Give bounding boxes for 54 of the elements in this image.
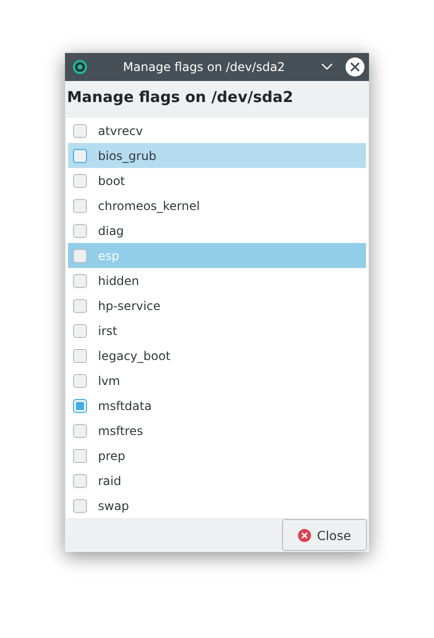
checkbox[interactable] — [73, 474, 87, 488]
flag-row[interactable]: lvm — [68, 368, 366, 393]
flag-label: msftres — [98, 424, 143, 438]
checkbox[interactable] — [73, 124, 87, 138]
checkbox[interactable] — [73, 248, 87, 262]
flag-row[interactable]: msftdata — [68, 393, 366, 418]
checkbox[interactable] — [73, 174, 87, 188]
flag-label: lvm — [98, 374, 120, 388]
flag-row[interactable]: hidden — [68, 268, 366, 293]
checkbox[interactable] — [73, 148, 87, 162]
flag-label: hp-service — [98, 298, 161, 312]
flag-row[interactable]: swap — [68, 493, 366, 518]
close-icon[interactable] — [345, 57, 365, 77]
flag-label: irst — [98, 324, 118, 338]
flag-label: esp — [98, 248, 120, 262]
close-button[interactable]: Close — [282, 519, 367, 551]
checkbox[interactable] — [73, 498, 87, 512]
flag-label: diag — [98, 224, 124, 238]
checkbox[interactable] — [73, 448, 87, 462]
dialog-heading: Manage flags on /dev/sda2 — [66, 87, 294, 108]
flag-row[interactable]: legacy_boot — [68, 343, 366, 368]
chevron-icon[interactable] — [321, 63, 333, 71]
flag-label: legacy_boot — [98, 348, 170, 362]
flag-label: prep — [98, 448, 126, 462]
flag-label: msftdata — [98, 398, 152, 412]
flag-label: hidden — [98, 274, 140, 288]
flag-row[interactable]: hp-service — [68, 293, 366, 318]
flag-row[interactable]: boot — [68, 168, 366, 193]
flag-row[interactable]: chromeos_kernel — [68, 193, 366, 218]
flag-row[interactable]: diag — [68, 218, 366, 243]
checkbox[interactable] — [73, 224, 87, 238]
checkbox[interactable] — [73, 298, 87, 312]
checkbox[interactable] — [73, 324, 87, 338]
flag-row[interactable]: atvrecv — [68, 118, 366, 143]
checkbox[interactable] — [73, 198, 87, 212]
checkbox[interactable] — [73, 274, 87, 288]
checkbox[interactable] — [73, 398, 87, 412]
window-title: Manage flags on /dev/sda2 — [122, 60, 286, 74]
checkbox[interactable] — [73, 424, 87, 438]
app-icon — [73, 60, 87, 74]
checkbox[interactable] — [73, 348, 87, 362]
flag-label: chromeos_kernel — [98, 198, 200, 212]
flag-label: bios_grub — [98, 148, 156, 162]
checkbox[interactable] — [73, 374, 87, 388]
flag-row[interactable]: irst — [68, 318, 366, 343]
flag-row[interactable]: msftres — [68, 418, 366, 443]
flag-row[interactable]: bios_grub — [68, 143, 366, 168]
flag-row[interactable]: prep — [68, 443, 366, 468]
flag-label: atvrecv — [98, 124, 143, 138]
flag-label: swap — [98, 498, 130, 512]
flag-row[interactable]: raid — [68, 468, 366, 493]
close-icon — [298, 528, 311, 542]
flag-label: raid — [98, 474, 122, 488]
flag-label: boot — [98, 174, 126, 188]
